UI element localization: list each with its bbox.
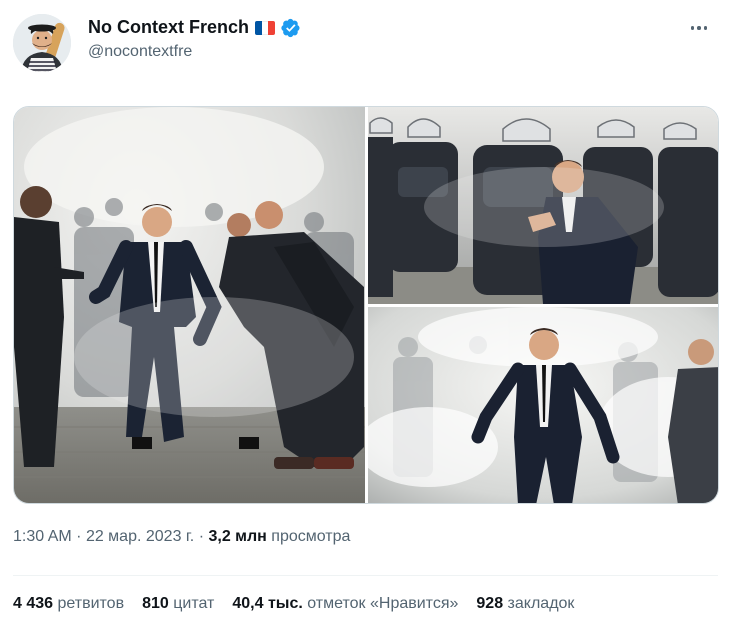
likes-count: 40,4 тыс. [232,595,303,612]
bookmarks-count: 928 [476,595,504,612]
tweet-meta: 1:30 AM · 22 мар. 2023 г. · 3,2 млн прос… [13,528,350,546]
author-name-row: No Context French [88,17,301,38]
author-handle[interactable]: @nocontextfre [88,43,192,61]
media-grid [13,106,719,504]
verified-badge-icon[interactable] [281,18,301,38]
avatar[interactable] [13,14,71,72]
quotes-label: цитат [173,595,215,612]
bookmarks-stat[interactable]: 928 закладок [476,595,574,613]
retweets-stat[interactable]: 4 436 ретвитов [13,595,124,613]
bookmarks-label: закладок [507,595,575,612]
france-flag-icon [255,20,276,35]
photo-1[interactable] [14,107,365,503]
views-label: просмотра [271,528,351,545]
tweet-stats: 4 436 ретвитов 810 цитат 40,4 тыс. отмет… [13,595,592,613]
photo-3[interactable] [368,307,718,503]
more-dot-icon [703,26,708,30]
likes-stat[interactable]: 40,4 тыс. отметок «Нравится» [232,595,458,613]
likes-label: отметок «Нравится» [307,595,459,612]
more-dot-icon [697,26,701,30]
avatar-illustration-icon [13,14,71,72]
tweet-time[interactable]: 1:30 AM [13,528,72,545]
tweet-date[interactable]: 22 мар. 2023 г. [86,528,194,545]
quotes-count: 810 [142,595,169,612]
riot-police-photo-icon [368,107,718,304]
retweets-label: ретвитов [57,595,125,612]
meta-separator: · [76,528,82,545]
views-count[interactable]: 3,2 млн [208,528,266,545]
divider [13,575,718,576]
tweet: No Context French @nocontextfre 1:30 AM … [0,0,731,623]
photo-2[interactable] [368,107,718,304]
more-options-button[interactable] [687,16,711,40]
more-dot-icon [690,26,695,30]
retweets-count: 4 436 [13,595,54,612]
quotes-stat[interactable]: 810 цитат [142,595,214,613]
protest-photo-icon [14,107,365,503]
smoke-running-photo-icon [368,307,718,503]
meta-separator: · [198,528,205,545]
author-display-name[interactable]: No Context French [88,17,249,38]
